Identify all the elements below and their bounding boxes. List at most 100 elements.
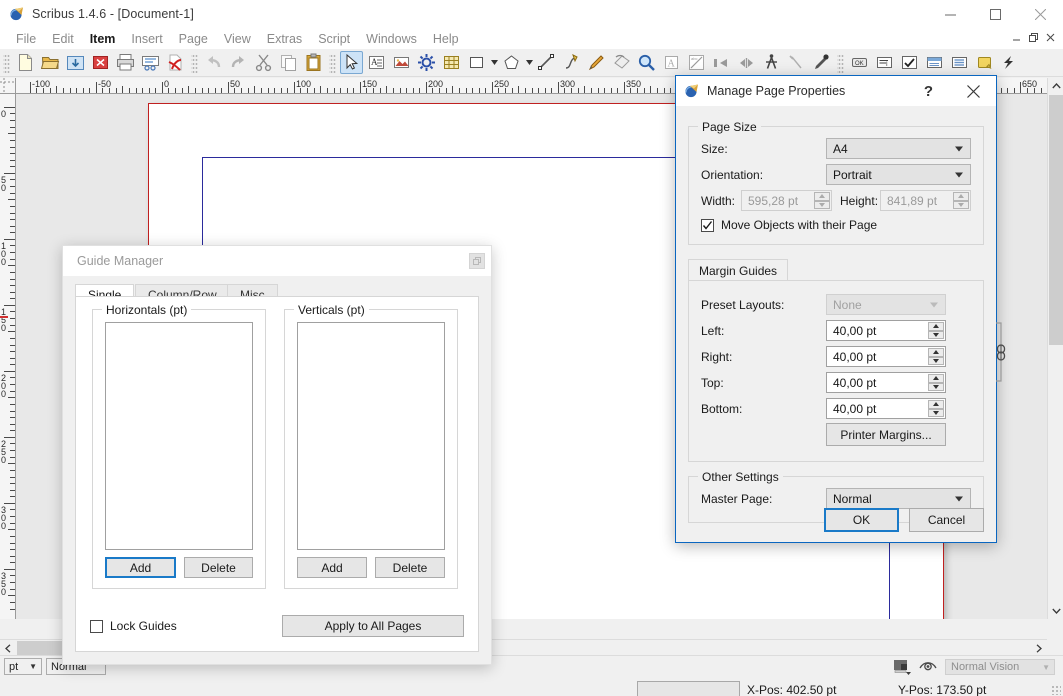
right-margin-stepper[interactable] (928, 348, 944, 365)
insert-table-icon[interactable] (440, 51, 463, 74)
scroll-right-chevron-icon[interactable] (1031, 640, 1047, 656)
height-stepper[interactable] (953, 192, 969, 209)
apply-to-all-pages-button[interactable]: Apply to All Pages (282, 615, 464, 637)
pdf-check-box-icon[interactable] (898, 51, 921, 74)
tab-margin-guides[interactable]: Margin Guides (688, 259, 789, 281)
ok-button[interactable]: OK (824, 508, 899, 532)
eye-dropper-icon[interactable] (810, 51, 833, 74)
vertical-ruler[interactable]: 0 50 100 150 200 250 300 350 (0, 94, 16, 619)
move-objects-row[interactable]: Move Objects with their Page (701, 218, 971, 232)
insert-shape-icon[interactable] (465, 51, 488, 74)
width-increment-icon[interactable] (814, 192, 830, 201)
vertical-scroll-thumb[interactable] (1049, 95, 1063, 345)
zoom-icon[interactable] (635, 51, 658, 74)
toolbar-grip-4[interactable] (837, 52, 844, 73)
bottom-margin-decrement-icon[interactable] (928, 408, 944, 417)
menu-item-item[interactable]: Item (82, 30, 124, 48)
ruler-origin-corner[interactable] (0, 78, 16, 94)
close-document-icon[interactable] (89, 51, 112, 74)
open-document-icon[interactable] (39, 51, 62, 74)
copy-item-properties-icon[interactable] (785, 51, 808, 74)
window-resize-grip[interactable] (1051, 685, 1061, 695)
right-margin-input[interactable]: 40,00 pt (826, 346, 946, 367)
vision-select[interactable]: Normal Vision ▼ (945, 659, 1055, 675)
manage-page-properties-dialog[interactable]: Manage Page Properties ? Page Size Size:… (675, 75, 1006, 543)
height-input[interactable]: 841,89 pt (880, 190, 971, 211)
toolbar-grip[interactable] (3, 52, 10, 73)
left-margin-increment-icon[interactable] (928, 322, 944, 331)
verticals-list[interactable] (297, 322, 445, 550)
select-item-icon[interactable] (340, 51, 363, 74)
horizontals-delete-button[interactable]: Delete (184, 557, 253, 578)
height-increment-icon[interactable] (953, 192, 969, 201)
preset-layouts-select[interactable]: None (826, 294, 946, 315)
left-margin-decrement-icon[interactable] (928, 330, 944, 339)
width-input[interactable]: 595,28 pt (741, 190, 832, 211)
unit-select[interactable]: pt ▼ (4, 658, 42, 675)
polygon-dropdown-chevron-down-icon[interactable] (524, 51, 534, 74)
save-document-icon[interactable] (64, 51, 87, 74)
export-pdf-icon[interactable] (164, 51, 187, 74)
edit-contents-icon[interactable]: A (660, 51, 683, 74)
guide-manager-dialog[interactable]: Guide Manager Single Column/Row Misc Hor… (62, 245, 492, 665)
cut-icon[interactable] (252, 51, 275, 74)
pdf-text-field-icon[interactable]: I (873, 51, 896, 74)
menu-item-windows[interactable]: Windows (358, 30, 425, 48)
width-stepper[interactable] (814, 192, 830, 209)
bottom-margin-increment-icon[interactable] (928, 400, 944, 409)
right-margin-increment-icon[interactable] (928, 348, 944, 357)
print-preview-icon[interactable] (139, 51, 162, 74)
paste-icon[interactable] (302, 51, 325, 74)
mdi-close-icon[interactable] (1042, 29, 1059, 46)
pdf-annotation-icon[interactable] (973, 51, 996, 74)
top-margin-input[interactable]: 40,00 pt (826, 372, 946, 393)
scroll-up-chevron-icon[interactable] (1048, 78, 1063, 94)
insert-line-icon[interactable] (535, 51, 558, 74)
close-icon[interactable] (1018, 0, 1063, 28)
horizontals-list[interactable] (105, 322, 253, 550)
undo-icon[interactable] (202, 51, 225, 74)
link-text-frames-icon[interactable] (710, 51, 733, 74)
top-margin-increment-icon[interactable] (928, 374, 944, 383)
menu-item-script[interactable]: Script (310, 30, 358, 48)
eye-icon[interactable] (919, 659, 937, 675)
height-decrement-icon[interactable] (953, 200, 969, 209)
menu-item-view[interactable]: View (216, 30, 259, 48)
copy-icon[interactable] (277, 51, 300, 74)
menu-item-help[interactable]: Help (425, 30, 467, 48)
link-margins-icon[interactable] (987, 317, 1009, 387)
mdi-restore-icon[interactable] (1025, 29, 1042, 46)
edit-text-story-editor-icon[interactable]: abc (685, 51, 708, 74)
toolbar-grip-3[interactable] (329, 52, 336, 73)
insert-bezier-icon[interactable] (560, 51, 583, 74)
insert-image-frame-icon[interactable] (390, 51, 413, 74)
horizontals-add-button[interactable]: Add (105, 557, 176, 578)
help-button[interactable]: ? (906, 76, 951, 106)
maximize-icon[interactable] (973, 0, 1018, 28)
rotate-item-icon[interactable] (610, 51, 633, 74)
printer-margins-button[interactable]: Printer Margins... (826, 423, 946, 446)
verticals-add-button[interactable]: Add (297, 557, 367, 578)
restore-icon[interactable] (469, 253, 485, 269)
measurements-icon[interactable] (760, 51, 783, 74)
insert-render-frame-icon[interactable] (415, 51, 438, 74)
mdi-minimize-icon[interactable] (1008, 29, 1025, 46)
new-document-icon[interactable] (14, 51, 37, 74)
unlink-text-frames-icon[interactable] (735, 51, 758, 74)
width-decrement-icon[interactable] (814, 200, 830, 209)
toolbar-grip-2[interactable] (191, 52, 198, 73)
pdf-combo-box-icon[interactable] (923, 51, 946, 74)
cancel-button[interactable]: Cancel (909, 508, 984, 532)
menu-item-insert[interactable]: Insert (123, 30, 170, 48)
insert-text-frame-icon[interactable]: A (365, 51, 388, 74)
canvas-vertical-scrollbar[interactable] (1047, 78, 1063, 619)
left-margin-input[interactable]: 40,00 pt (826, 320, 946, 341)
orientation-select[interactable]: Portrait (826, 164, 971, 185)
shape-dropdown-chevron-down-icon[interactable] (489, 51, 499, 74)
master-page-select[interactable]: Normal (826, 488, 971, 509)
scroll-down-chevron-icon[interactable] (1048, 603, 1063, 619)
pdf-push-button-icon[interactable]: OK (848, 51, 871, 74)
scroll-left-chevron-icon[interactable] (0, 640, 16, 656)
pdf-list-box-icon[interactable] (948, 51, 971, 74)
menu-item-edit[interactable]: Edit (44, 30, 82, 48)
